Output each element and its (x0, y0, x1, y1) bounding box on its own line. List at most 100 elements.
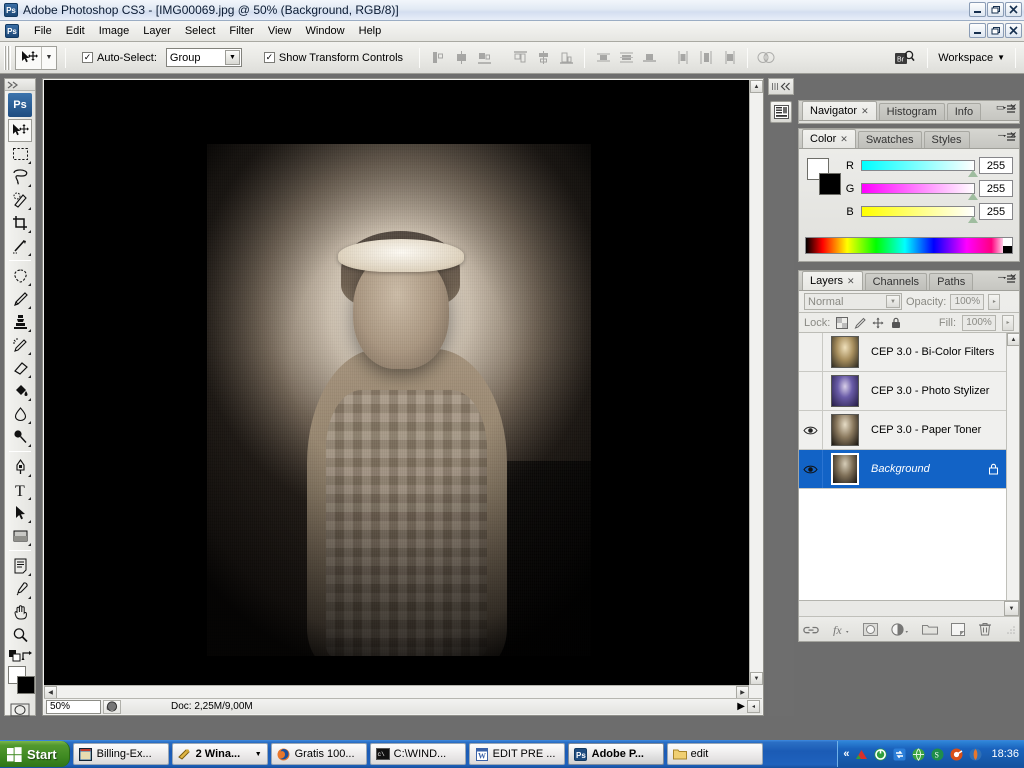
scroll-up-icon[interactable]: ▲ (1007, 333, 1019, 346)
taskbar-item-console[interactable]: c\ C:\WIND... (369, 743, 466, 765)
navigator-panel-menu-icon[interactable] (1002, 104, 1016, 115)
green-slider[interactable] (861, 183, 978, 200)
tab-navigator[interactable]: Navigator ✕ (802, 101, 877, 120)
add-layer-style-icon[interactable]: fx (832, 623, 850, 636)
tool-preset-picker[interactable]: ▼ (15, 45, 57, 70)
document-restore-button[interactable] (987, 23, 1004, 38)
distribute-horizontal-centers-icon[interactable] (696, 48, 716, 68)
blue-value[interactable]: 255 (979, 203, 1013, 220)
menu-window[interactable]: Window (299, 23, 352, 39)
tab-info[interactable]: Info (946, 103, 982, 120)
tool-eraser[interactable] (8, 356, 32, 379)
taskbar-item-photoshop[interactable]: Ps Adobe P... (567, 743, 664, 765)
tool-zoom[interactable] (8, 623, 32, 646)
restore-button[interactable] (987, 2, 1004, 17)
taskbar-item-firefox[interactable]: Gratis 100... (270, 743, 367, 765)
align-left-edges-icon[interactable] (428, 48, 448, 68)
default-colors-icon[interactable] (9, 650, 21, 662)
go-to-bridge-icon[interactable]: Br (893, 47, 917, 69)
blend-mode-dropdown[interactable]: Normal ▼ (804, 293, 902, 310)
new-adjustment-layer-icon[interactable] (890, 622, 909, 636)
color-spectrum-ramp[interactable] (805, 237, 1013, 254)
new-group-icon[interactable] (921, 623, 938, 635)
switch-colors-icon[interactable] (21, 650, 33, 662)
layer-row[interactable]: CEP 3.0 - Paper Toner (799, 411, 1019, 450)
workspace-menu[interactable]: Workspace ▼ (938, 52, 1005, 64)
tab-color[interactable]: Color ✕ (802, 129, 856, 148)
document-icon[interactable]: Ps (5, 24, 19, 38)
canvas-vertical-scrollbar[interactable]: ▲ ▼ (749, 80, 763, 685)
blue-slider[interactable] (861, 206, 978, 223)
taskbar-item-edit-folder[interactable]: edit (666, 743, 763, 765)
tool-move[interactable] (8, 119, 32, 142)
opacity-value[interactable]: 100% (950, 293, 985, 310)
link-layers-icon[interactable] (802, 623, 819, 635)
layers-list-scrollbar[interactable]: ▲ (1006, 333, 1019, 600)
lock-transparent-pixels-icon[interactable] (836, 316, 849, 329)
menu-view[interactable]: View (261, 23, 299, 39)
layer-name[interactable]: CEP 3.0 - Paper Toner (867, 424, 1019, 436)
tab-paths[interactable]: Paths (929, 273, 974, 290)
add-layer-mask-icon[interactable] (862, 622, 878, 636)
lock-position-icon[interactable] (872, 317, 884, 329)
menu-help[interactable]: Help (352, 23, 389, 39)
blue-sync-icon[interactable] (892, 747, 906, 761)
auto-select-dropdown[interactable]: Group ▼ (165, 48, 242, 67)
tool-slice[interactable] (8, 234, 32, 257)
layer-name[interactable]: CEP 3.0 - Bi-Color Filters (867, 346, 1019, 358)
menu-layer[interactable]: Layer (136, 23, 178, 39)
toolbox-collapse-handle[interactable] (5, 79, 35, 91)
red-triangle-icon[interactable] (854, 747, 868, 761)
layer-visibility-toggle[interactable] (799, 372, 823, 410)
close-icon[interactable]: ✕ (847, 276, 855, 287)
tool-pen[interactable] (8, 455, 32, 478)
tool-eyedropper[interactable] (8, 577, 32, 600)
menu-filter[interactable]: Filter (222, 23, 260, 39)
tool-quick-selection[interactable] (8, 188, 32, 211)
close-button[interactable] (1005, 2, 1022, 17)
tool-type[interactable]: T (8, 478, 32, 501)
distribute-bottom-edges-icon[interactable] (639, 48, 659, 68)
tool-dodge[interactable] (8, 425, 32, 448)
layer-name[interactable]: Background (867, 463, 988, 475)
green-shield-icon[interactable] (873, 747, 887, 761)
canvas-horizontal-scrollbar[interactable]: ◀ ▶ (44, 685, 749, 699)
tool-history-brush[interactable] (8, 333, 32, 356)
tool-path-selection[interactable] (8, 501, 32, 524)
color-background-swatch[interactable] (819, 173, 841, 195)
fill-slider-arrow[interactable]: ▸ (1002, 314, 1014, 331)
start-button[interactable]: Start (0, 741, 70, 767)
tab-histogram[interactable]: Histogram (878, 103, 945, 120)
tool-lasso[interactable] (8, 165, 32, 188)
auto-select-checkbox[interactable]: ✓ (82, 52, 93, 63)
align-bottom-edges-icon[interactable] (556, 48, 576, 68)
align-vertical-centers-icon[interactable] (533, 48, 553, 68)
distribute-right-edges-icon[interactable] (719, 48, 739, 68)
green-value[interactable]: 255 (979, 180, 1013, 197)
align-right-edges-icon[interactable] (474, 48, 494, 68)
red-slider[interactable] (861, 160, 978, 177)
auto-align-layers-icon[interactable] (756, 48, 776, 68)
document-image[interactable] (207, 144, 591, 656)
options-bar-grip[interactable] (4, 45, 11, 70)
distribute-vertical-centers-icon[interactable] (616, 48, 636, 68)
close-icon[interactable]: ✕ (840, 134, 848, 145)
color-panel-menu-icon[interactable] (1002, 132, 1016, 143)
layer-visibility-toggle[interactable] (799, 411, 823, 449)
image-canvas[interactable] (44, 80, 749, 685)
tool-rectangular-marquee[interactable] (8, 142, 32, 165)
distribute-top-edges-icon[interactable] (593, 48, 613, 68)
menu-image[interactable]: Image (92, 23, 137, 39)
menu-select[interactable]: Select (178, 23, 223, 39)
fill-value[interactable]: 100% (962, 314, 996, 331)
layer-row[interactable]: Background (799, 450, 1019, 489)
minimize-button[interactable] (969, 2, 986, 17)
lock-image-pixels-icon[interactable] (854, 317, 867, 329)
status-play-icon[interactable]: ▶ (737, 701, 745, 712)
green-circle-icon[interactable]: S (930, 747, 944, 761)
layer-name[interactable]: CEP 3.0 - Photo Stylizer (867, 385, 1019, 397)
globe-icon[interactable] (911, 747, 925, 761)
zoom-level-input[interactable]: 50% (46, 699, 101, 714)
tool-hand[interactable] (8, 600, 32, 623)
tool-healing-brush[interactable] (8, 264, 32, 287)
